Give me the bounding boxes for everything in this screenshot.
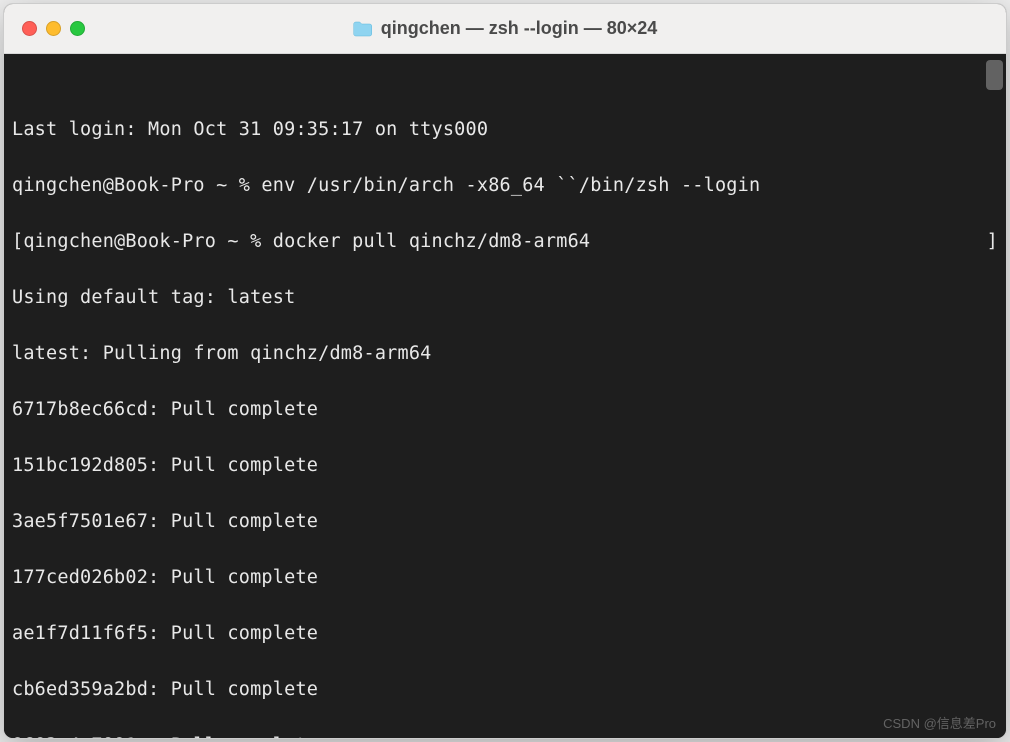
zoom-icon[interactable]: [70, 21, 85, 36]
terminal-window: qingchen — zsh --login — 80×24 Last logi…: [3, 3, 1007, 739]
terminal-line: 3ae5f7501e67: Pull complete: [12, 508, 998, 536]
watermark: CSDN @信息差Pro: [883, 713, 996, 732]
window-title: qingchen — zsh --login — 80×24: [353, 18, 658, 39]
close-icon[interactable]: [22, 21, 37, 36]
terminal-line: 8683a4e7991c: Pull complete: [12, 732, 998, 739]
terminal-line: 177ced026b02: Pull complete: [12, 564, 998, 592]
titlebar[interactable]: qingchen — zsh --login — 80×24: [4, 4, 1006, 54]
terminal-body[interactable]: Last login: Mon Oct 31 09:35:17 on ttys0…: [4, 54, 1006, 738]
minimize-icon[interactable]: [46, 21, 61, 36]
terminal-line: Using default tag: latest: [12, 284, 998, 312]
terminal-line: cb6ed359a2bd: Pull complete: [12, 676, 998, 704]
terminal-line: 6717b8ec66cd: Pull complete: [12, 396, 998, 424]
folder-icon: [353, 21, 373, 37]
terminal-line: 151bc192d805: Pull complete: [12, 452, 998, 480]
terminal-line: [qingchen@Book-Pro ~ % docker pull qinch…: [12, 228, 998, 256]
window-title-text: qingchen — zsh --login — 80×24: [381, 18, 658, 39]
terminal-line: latest: Pulling from qinchz/dm8-arm64: [12, 340, 998, 368]
terminal-line: ae1f7d11f6f5: Pull complete: [12, 620, 998, 648]
terminal-line: qingchen@Book-Pro ~ % env /usr/bin/arch …: [12, 172, 998, 200]
traffic-lights: [22, 21, 85, 36]
scrollbar-thumb[interactable]: [986, 60, 1003, 90]
terminal-line: Last login: Mon Oct 31 09:35:17 on ttys0…: [12, 116, 998, 144]
